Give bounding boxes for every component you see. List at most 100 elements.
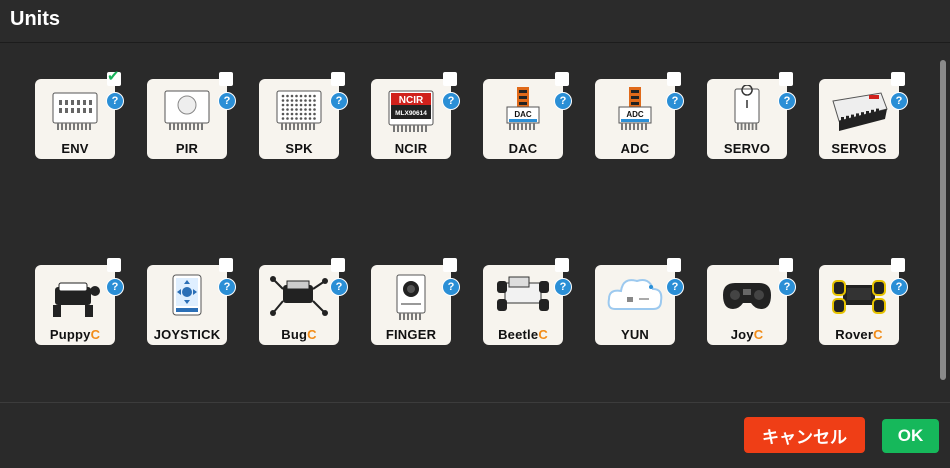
unit-card-roverc[interactable]: RoverC xyxy=(819,265,899,345)
unit-checkbox-bugc[interactable] xyxy=(331,258,345,272)
unit-checkbox-spk[interactable] xyxy=(331,72,345,86)
unit-checkbox-adc[interactable] xyxy=(667,72,681,86)
unit-card-pir[interactable]: PIR xyxy=(147,79,227,159)
unit-label: ADC xyxy=(595,141,675,156)
unit-label-text: Bug xyxy=(281,327,308,342)
unit-card-adc[interactable]: ADC ADC xyxy=(595,79,675,159)
unit-card-finger[interactable]: FINGER xyxy=(371,265,451,345)
dialog-footer: キャンセル OK xyxy=(0,403,950,468)
unit-card-servos[interactable]: SERVOS xyxy=(819,79,899,159)
unit-label: BeetleC xyxy=(483,327,563,342)
help-icon[interactable]: ? xyxy=(666,92,684,110)
help-icon[interactable]: ? xyxy=(218,278,236,296)
unit-checkbox-yun[interactable] xyxy=(667,258,681,272)
unit-label-text: SERVOS xyxy=(831,141,887,156)
dac-module-icon: DAC xyxy=(506,87,540,130)
unit-checkbox-pir[interactable] xyxy=(219,72,233,86)
unit-card-joyc[interactable]: JoyC xyxy=(707,265,787,345)
help-icon[interactable]: ? xyxy=(106,92,124,110)
servo-icon xyxy=(734,85,760,130)
help-icon[interactable]: ? xyxy=(442,278,460,296)
unit-label-text: SERVO xyxy=(723,141,771,156)
module-chip-label: DAC xyxy=(514,110,532,119)
help-icon[interactable]: ? xyxy=(330,92,348,110)
unit-label-text: NCIR xyxy=(394,141,428,156)
unit-label-text: SPK xyxy=(285,141,313,156)
module-chip-label: ADC xyxy=(626,110,644,119)
unit-label-text: FINGER xyxy=(385,327,437,342)
unit-label: SPK xyxy=(259,141,339,156)
unit-label: PuppyC xyxy=(35,327,115,342)
unit-checkbox-joyc[interactable] xyxy=(779,258,793,272)
unit-label-text: Joy xyxy=(730,327,754,342)
help-icon[interactable]: ? xyxy=(666,278,684,296)
unit-label: FINGER xyxy=(371,327,451,342)
unit-card-puppyc[interactable]: PuppyC xyxy=(35,265,115,345)
unit-checkbox-servos[interactable] xyxy=(891,72,905,86)
unit-label-text: Puppy xyxy=(49,327,91,342)
unit-label-text: PIR xyxy=(175,141,199,156)
unit-card-joystick[interactable]: JOYSTICK xyxy=(147,265,227,345)
help-icon[interactable]: ? xyxy=(106,278,124,296)
joy-controller-icon xyxy=(723,283,771,309)
fingerprint-sensor-icon xyxy=(396,274,426,320)
unit-checkbox-finger[interactable] xyxy=(443,258,457,272)
help-icon[interactable]: ? xyxy=(778,92,796,110)
unit-label-suffix: C xyxy=(538,327,548,342)
unit-card-bugc[interactable]: BugC xyxy=(259,265,339,345)
ok-button[interactable]: OK xyxy=(882,419,939,453)
unit-checkbox-beetlec[interactable] xyxy=(555,258,569,272)
unit-label-suffix: C xyxy=(873,327,883,342)
checkmark-icon: ✔ xyxy=(107,68,120,85)
help-icon[interactable]: ? xyxy=(778,278,796,296)
unit-checkbox-dac[interactable] xyxy=(555,72,569,86)
unit-label-text: DAC xyxy=(508,141,538,156)
adc-module-icon: ADC xyxy=(618,87,652,130)
unit-label-suffix: C xyxy=(90,327,101,342)
ncir-sensor-icon: NCIR MLX90614 xyxy=(388,90,434,132)
help-icon[interactable]: ? xyxy=(554,92,572,110)
unit-checkbox-roverc[interactable] xyxy=(891,258,905,272)
unit-label: PIR xyxy=(147,141,227,156)
servos-board-icon xyxy=(832,92,888,131)
unit-checkbox-servo[interactable] xyxy=(779,72,793,86)
rover-car-icon xyxy=(832,280,886,314)
help-icon[interactable]: ? xyxy=(890,92,908,110)
vertical-scrollbar[interactable] xyxy=(940,60,946,380)
unit-checkbox-joystick[interactable] xyxy=(219,258,233,272)
bug-robot-icon xyxy=(270,276,328,316)
puppy-robot-icon xyxy=(53,282,100,317)
unit-card-env[interactable]: ENV xyxy=(35,79,115,159)
unit-label-suffix: C xyxy=(307,327,317,342)
help-icon[interactable]: ? xyxy=(890,278,908,296)
unit-card-yun[interactable]: YUN xyxy=(595,265,675,345)
unit-label-text: YUN xyxy=(620,327,650,342)
unit-label-text: ADC xyxy=(620,141,650,156)
env-sensor-icon xyxy=(52,92,98,130)
ncir-chip-sublabel: MLX90614 xyxy=(395,110,427,117)
cancel-button[interactable]: キャンセル xyxy=(744,417,865,453)
units-dialog: Units ENV ✔? PIR? SPK? NCIR MLX90614 NCIR? DAC D… xyxy=(0,0,950,468)
help-icon[interactable]: ? xyxy=(442,92,460,110)
help-icon[interactable]: ? xyxy=(330,278,348,296)
unit-label: JOYSTICK xyxy=(147,327,227,342)
dialog-title: Units xyxy=(10,8,60,30)
scrollbar-thumb[interactable] xyxy=(940,60,946,380)
unit-checkbox-ncir[interactable] xyxy=(443,72,457,86)
unit-label: JoyC xyxy=(707,327,787,342)
unit-label: SERVOS xyxy=(819,141,899,156)
unit-label: NCIR xyxy=(371,141,451,156)
help-icon[interactable]: ? xyxy=(554,278,572,296)
unit-card-ncir[interactable]: NCIR MLX90614 NCIR xyxy=(371,79,451,159)
unit-card-beetlec[interactable]: BeetleC xyxy=(483,265,563,345)
unit-checkbox-env[interactable]: ✔ xyxy=(107,68,121,86)
help-icon[interactable]: ? xyxy=(218,92,236,110)
unit-card-dac[interactable]: DAC DAC xyxy=(483,79,563,159)
joystick-icon xyxy=(172,274,202,316)
unit-label: ENV xyxy=(35,141,115,156)
unit-label: YUN xyxy=(595,327,675,342)
unit-label: DAC xyxy=(483,141,563,156)
unit-card-servo[interactable]: SERVO xyxy=(707,79,787,159)
unit-card-spk[interactable]: SPK xyxy=(259,79,339,159)
unit-checkbox-puppyc[interactable] xyxy=(107,258,121,272)
